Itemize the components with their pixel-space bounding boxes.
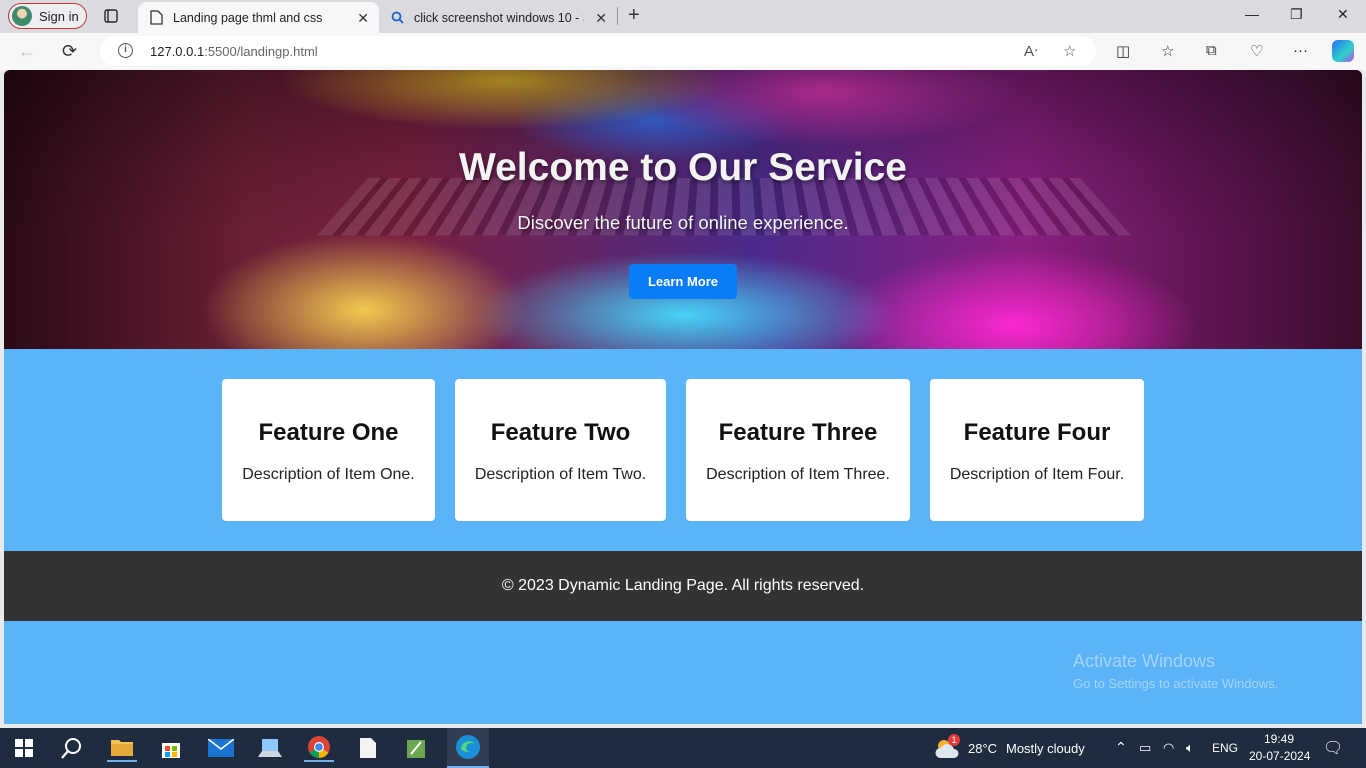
url-text: 127.0.0.1:5500/landingp.html xyxy=(150,44,318,59)
windows-logo-icon xyxy=(15,739,33,757)
chrome-icon xyxy=(308,736,330,758)
hero-subtitle: Discover the future of online experience… xyxy=(517,212,849,233)
url-host: 127.0.0.1 xyxy=(150,44,205,59)
tab-actions-button[interactable] xyxy=(98,4,124,28)
weather-description[interactable]: Mostly cloudy xyxy=(1006,741,1085,756)
browser-toolbar: ← ⟳ i 127.0.0.1:5500/landingp.html Aᐧ ☆ … xyxy=(0,33,1366,70)
tab-search[interactable]: click screenshot windows 10 - Se ✕ xyxy=(381,2,617,33)
feature-description: Description of Item Four. xyxy=(949,466,1125,483)
taskbar-mail[interactable] xyxy=(206,734,236,762)
activate-windows-watermark: Activate Windows Go to Settings to activ… xyxy=(1073,651,1278,691)
tab-title: Landing page thml and css xyxy=(173,10,323,25)
tab-title: click screenshot windows 10 - Se xyxy=(414,10,584,25)
hero-title: Welcome to Our Service xyxy=(459,146,907,189)
feature-title: Feature One xyxy=(258,419,399,446)
weather-icon[interactable]: 1 xyxy=(934,734,962,760)
learn-more-button[interactable]: Learn More xyxy=(629,264,737,299)
watermark-subtitle: Go to Settings to activate Windows. xyxy=(1073,676,1279,691)
taskbar-app-device[interactable] xyxy=(255,734,285,762)
store-icon xyxy=(162,743,180,758)
avatar xyxy=(12,6,32,26)
document-icon xyxy=(360,738,376,758)
page-footer: © 2023 Dynamic Landing Page. All rights … xyxy=(4,551,1362,621)
feature-title: Feature Four xyxy=(963,419,1111,446)
feature-card: Feature Two Description of Item Two. xyxy=(455,379,666,521)
footer-text: © 2023 Dynamic Landing Page. All rights … xyxy=(501,577,865,594)
feature-description: Description of Item One. xyxy=(242,466,415,483)
taskbar-notepad[interactable] xyxy=(353,734,383,762)
read-aloud-icon[interactable]: Aᐧ xyxy=(1024,42,1038,60)
address-bar[interactable]: i 127.0.0.1:5500/landingp.html Aᐧ ☆ xyxy=(100,36,1096,66)
network-icon[interactable]: ◠ xyxy=(1163,740,1174,756)
feature-description: Description of Item Two. xyxy=(474,466,647,483)
notifications-icon[interactable]: 🗨︎ xyxy=(1323,738,1343,758)
features-section: Feature One Description of Item One. Fea… xyxy=(4,349,1362,551)
more-options-icon[interactable]: ··· xyxy=(1293,42,1308,59)
tab-landing-page[interactable]: Landing page thml and css ✕ xyxy=(138,2,379,33)
edge-icon xyxy=(456,735,480,759)
profile-label: Sign in xyxy=(39,8,79,24)
profile-button[interactable]: Sign in xyxy=(8,3,87,29)
tab-actions-icon xyxy=(104,9,118,23)
taskbar-file-explorer[interactable] xyxy=(107,734,137,762)
start-button[interactable] xyxy=(9,734,39,762)
feature-card: Feature One Description of Item One. xyxy=(222,379,435,521)
feature-description: Description of Item Three. xyxy=(706,466,890,483)
feature-card: Feature Four Description of Item Four. xyxy=(930,379,1144,521)
feature-card: Feature Three Description of Item Three. xyxy=(686,379,910,521)
new-tab-icon[interactable]: + xyxy=(628,5,640,25)
close-tab-icon[interactable]: ✕ xyxy=(595,10,607,27)
favorites-icon[interactable]: ☆ xyxy=(1161,42,1174,60)
tab-strip: Sign in Landing page thml and css ✕ clic… xyxy=(0,0,1366,33)
minimize-icon[interactable]: — xyxy=(1245,6,1259,22)
hero-section: Welcome to Our Service Discover the futu… xyxy=(4,70,1362,349)
folder-icon xyxy=(111,740,133,756)
site-info-icon[interactable]: i xyxy=(118,43,133,58)
search-icon xyxy=(61,738,81,759)
search-button[interactable] xyxy=(57,734,87,762)
clock-date[interactable]: 20-07-2024 xyxy=(1249,749,1310,763)
volume-icon[interactable]: 🔈︎ xyxy=(1186,740,1194,756)
taskbar-edge[interactable] xyxy=(447,728,489,768)
page-icon xyxy=(150,10,163,25)
language-indicator[interactable]: ENG xyxy=(1212,741,1238,755)
taskbar-chrome[interactable] xyxy=(304,734,334,762)
split-screen-icon[interactable]: ◫ xyxy=(1116,42,1130,60)
tab-divider xyxy=(617,7,618,25)
back-icon[interactable]: ← xyxy=(18,41,36,61)
refresh-icon[interactable]: ⟳ xyxy=(62,41,77,61)
taskbar-microsoft-store[interactable] xyxy=(156,734,186,762)
taskbar-editor[interactable] xyxy=(402,734,432,762)
close-window-icon[interactable]: ✕ xyxy=(1337,6,1349,23)
battery-icon[interactable]: ▭ xyxy=(1139,740,1151,756)
watermark-title: Activate Windows xyxy=(1073,651,1216,671)
taskbar: 1 28°C Mostly cloudy ⌃ ▭ ◠ 🔈︎ ENG 19:49 … xyxy=(0,728,1366,768)
clock-time[interactable]: 19:49 xyxy=(1264,732,1294,746)
favorite-star-icon[interactable]: ☆ xyxy=(1063,42,1076,60)
url-path: :5500/landingp.html xyxy=(204,44,318,59)
close-tab-icon[interactable]: ✕ xyxy=(357,10,369,27)
restore-icon[interactable]: ❐ xyxy=(1290,6,1303,23)
weather-temperature[interactable]: 28°C xyxy=(968,741,997,756)
mail-icon xyxy=(208,739,234,757)
editor-icon xyxy=(407,740,425,758)
feature-title: Feature Two xyxy=(490,419,631,446)
device-icon xyxy=(258,739,282,757)
page-viewport: Welcome to Our Service Discover the futu… xyxy=(4,70,1362,724)
weather-alert-badge: 1 xyxy=(948,734,960,746)
feature-title: Feature Three xyxy=(718,419,878,446)
copilot-icon[interactable] xyxy=(1332,40,1354,62)
browser-essentials-icon[interactable]: ♡ xyxy=(1250,42,1263,60)
collections-icon[interactable]: ⧉ xyxy=(1206,42,1217,59)
search-icon xyxy=(391,11,404,24)
show-hidden-icons-chevron-up-icon[interactable]: ⌃ xyxy=(1115,739,1127,756)
